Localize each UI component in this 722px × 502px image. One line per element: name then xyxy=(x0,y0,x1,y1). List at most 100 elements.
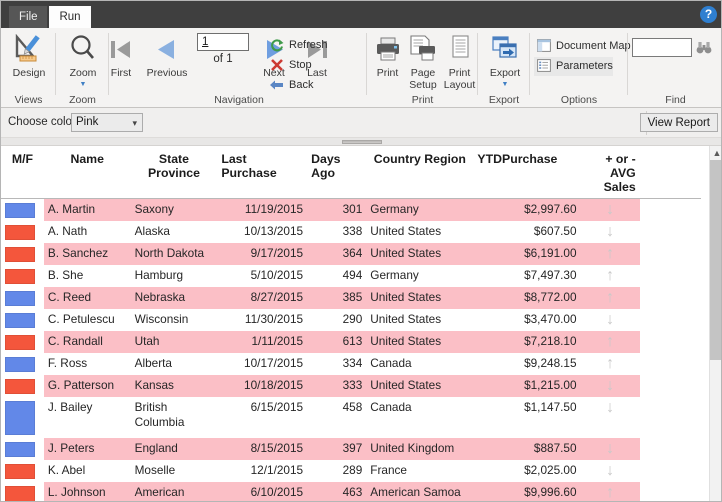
gender-color-swatch xyxy=(5,335,35,350)
cell-mf xyxy=(1,375,44,397)
cell-trend-arrow: ↓ xyxy=(580,460,640,482)
tab-file[interactable]: File xyxy=(9,6,47,28)
page-setup-button[interactable]: Page Setup xyxy=(404,31,442,93)
scrollbar-thumb[interactable] xyxy=(710,160,721,360)
splitter-bar[interactable] xyxy=(1,138,721,146)
cell-country-region: United States xyxy=(366,243,474,265)
column-header-spacer xyxy=(639,146,701,199)
cell-name: J. Bailey xyxy=(43,397,131,438)
gender-color-swatch xyxy=(5,486,35,501)
previous-page-button[interactable]: Previous xyxy=(137,31,197,93)
arrow-up-icon: ↑ xyxy=(606,267,615,284)
page-number-input[interactable]: 1 xyxy=(197,33,249,51)
cell-mf xyxy=(1,243,44,265)
design-icon xyxy=(3,33,55,68)
cell-days-ago: 301 xyxy=(307,198,367,221)
column-header-country-region[interactable]: Country Region xyxy=(366,146,474,199)
cell-state-province: Kansas xyxy=(130,375,218,397)
cell-spacer xyxy=(640,309,701,331)
arrow-up-icon: ↑ xyxy=(606,289,615,306)
table-row: C. Randall Utah 1/11/2015 613 United States $… xyxy=(1,331,701,353)
cell-last-purchase: 5/10/2015 xyxy=(217,265,308,287)
choose-color-select[interactable]: Pink ▾ xyxy=(71,113,143,132)
column-header-state-province[interactable]: State Province xyxy=(130,146,218,199)
document-map-label: Document Map xyxy=(556,40,631,52)
cell-mf xyxy=(1,221,44,243)
cell-trend-arrow: ↓ xyxy=(580,397,640,438)
tab-run[interactable]: Run xyxy=(49,6,91,28)
ribbon-group-navigation: First Previous 1 of 1 Next Last Refresh … xyxy=(109,28,367,108)
previous-page-icon xyxy=(137,34,197,68)
cell-state-province: Saxony xyxy=(130,198,218,221)
stop-button[interactable]: Stop xyxy=(267,56,312,75)
cell-name: K. Abel xyxy=(43,460,131,482)
cell-mf xyxy=(1,438,44,460)
ribbon-group-navigation-label: Navigation xyxy=(214,94,264,106)
vertical-scrollbar[interactable]: ▲ xyxy=(709,146,721,501)
ribbon: Design Views Zoom ▼ Zoom First Previous … xyxy=(1,28,721,108)
ribbon-group-export-label: Export xyxy=(488,94,520,106)
cell-days-ago: 385 xyxy=(307,287,367,309)
print-label: Print xyxy=(376,67,399,79)
cell-days-ago: 494 xyxy=(307,265,367,287)
cell-name: L. Johnson xyxy=(43,482,131,501)
arrow-down-icon: ↓ xyxy=(606,311,615,328)
arrow-up-icon: ↑ xyxy=(606,245,615,262)
help-icon[interactable]: ? xyxy=(700,6,717,23)
export-dropdown-caret-icon[interactable]: ▼ xyxy=(479,81,531,88)
cell-name: F. Ross xyxy=(43,353,131,375)
cell-trend-arrow: ↑ xyxy=(580,353,640,375)
refresh-button[interactable]: Refresh xyxy=(267,36,328,55)
cell-state-province: Wisconsin xyxy=(130,309,218,331)
column-header-ytd-purchase[interactable]: YTDPurchase xyxy=(473,146,581,199)
cell-state-province: North Dakota xyxy=(130,243,218,265)
column-header-plus-minus-avg[interactable]: + or - AVG Sales xyxy=(580,146,640,199)
cell-name: C. Petulescu xyxy=(43,309,131,331)
cell-state-province: Hamburg xyxy=(130,265,218,287)
print-button[interactable]: Print xyxy=(370,31,405,93)
view-report-button[interactable]: View Report xyxy=(639,113,718,132)
ribbon-group-print-label: Print xyxy=(411,94,434,106)
cell-spacer xyxy=(640,265,701,287)
cell-last-purchase: 10/17/2015 xyxy=(217,353,308,375)
cell-country-region: Germany xyxy=(366,198,474,221)
gender-color-swatch xyxy=(5,269,35,284)
print-layout-button[interactable]: Print Layout xyxy=(441,31,478,93)
column-header-last-purchase[interactable]: Last Purchase xyxy=(217,146,308,199)
splitter-grip-icon[interactable] xyxy=(342,140,382,144)
document-map-button[interactable]: Document Map xyxy=(534,37,631,56)
back-button[interactable]: Back xyxy=(267,76,313,95)
column-header-name[interactable]: Name xyxy=(43,146,131,199)
cell-spacer xyxy=(640,331,701,353)
cell-state-province: Alberta xyxy=(130,353,218,375)
page-setup-label-line2: Setup xyxy=(409,78,437,91)
cell-last-purchase: 11/19/2015 xyxy=(217,198,308,221)
scroll-up-icon[interactable]: ▲ xyxy=(710,146,721,160)
arrow-up-icon: ↑ xyxy=(606,484,615,501)
cell-state-province: Alaska xyxy=(130,221,218,243)
ribbon-group-export: Export ▼ Export xyxy=(478,28,530,108)
cell-last-purchase: 10/13/2015 xyxy=(217,221,308,243)
find-input[interactable] xyxy=(632,38,692,57)
tab-run-label: Run xyxy=(59,11,81,23)
column-header-mf[interactable]: M/F xyxy=(1,146,44,199)
cell-ytd-purchase: $9,996.60 xyxy=(473,482,581,501)
design-button[interactable]: Design xyxy=(3,31,55,93)
ribbon-group-find: Find xyxy=(628,28,721,108)
cell-spacer xyxy=(640,438,701,460)
cell-last-purchase: 9/17/2015 xyxy=(217,243,308,265)
cell-country-region: France xyxy=(366,460,474,482)
refresh-label: Refresh xyxy=(289,39,328,51)
ribbon-group-views: Design Views xyxy=(1,28,56,108)
cell-name: B. Sanchez xyxy=(43,243,131,265)
column-header-days-ago[interactable]: Days Ago xyxy=(307,146,367,199)
title-bar: File Run ? xyxy=(1,1,721,28)
parameters-button[interactable]: Parameters xyxy=(534,57,613,76)
cell-last-purchase: 8/15/2015 xyxy=(217,438,308,460)
gender-color-swatch xyxy=(5,313,35,328)
export-button[interactable]: Export ▼ xyxy=(479,31,531,93)
column-header-avg-line1: + or - AVG xyxy=(605,152,636,180)
cell-country-region: United Kingdom xyxy=(366,438,474,460)
find-binoculars-icon[interactable] xyxy=(696,40,712,60)
page-setup-label-line1: Page xyxy=(410,67,436,79)
